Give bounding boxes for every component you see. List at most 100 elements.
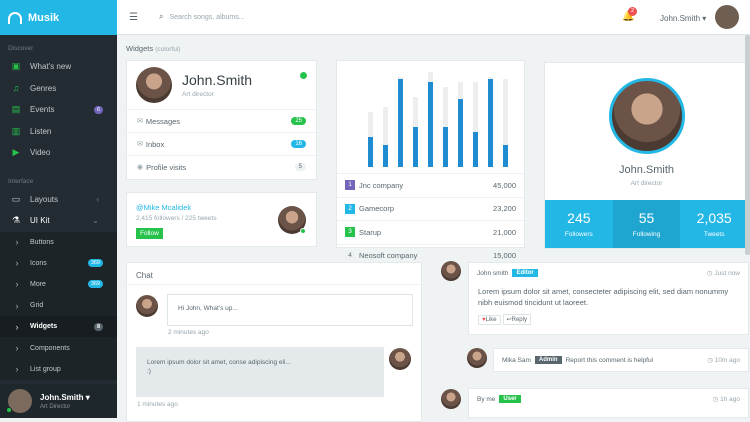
chat-time: 2 minutes ago [168, 329, 209, 336]
sidebar-item[interactable]: ▤ Events 6 [0, 99, 117, 121]
chat-title: Chat [127, 263, 421, 285]
sidebar-item[interactable]: ▣ What's new [0, 56, 117, 78]
sidebar-item[interactable]: ▶ Video [0, 142, 117, 164]
online-dot [6, 407, 12, 413]
count-badge: 6 [93, 105, 103, 114]
stat-label: Followers [564, 231, 593, 238]
profile-row[interactable]: ✉ Messages 25 [127, 109, 316, 132]
stat-2[interactable]: 2,035 Tweets [680, 200, 749, 248]
notification-count: 2 [628, 7, 637, 16]
comment-time: ◷ 10m ago [707, 357, 740, 364]
comment-card: Mika Sam Admin Report this comment is help… [493, 348, 749, 372]
company-row[interactable]: 2 Gamecorp 23,200 [337, 196, 524, 221]
bar-fill [458, 99, 463, 167]
sidebar-subitem[interactable]: › Widgets 8 [0, 316, 117, 338]
profile-role: Art director [630, 180, 663, 187]
company-row[interactable]: 1 Jnc company 45,000 [337, 173, 524, 197]
menu-icon[interactable]: ☰ [129, 12, 141, 23]
sidebar-item-label: Buttons [30, 238, 54, 246]
comment-time: ◷ 1h ago [712, 396, 740, 403]
sidebar-item-label: Widgets [30, 323, 58, 331]
big-profile-card: John.Smith Art director 245 Followers 55 Fo… [544, 62, 749, 249]
section-discover: Discover [8, 45, 34, 52]
avatar [6, 389, 32, 413]
bar [413, 97, 418, 167]
brand[interactable]: Musik [0, 0, 117, 35]
sidebar-subitem[interactable]: › More 369 [0, 274, 117, 295]
profile-card: John.Smith Art director ✉ Messages 25 ✉ Inbox… [126, 60, 317, 180]
role-badge: User [499, 395, 521, 403]
comment-user[interactable]: By me [477, 396, 495, 403]
sidebar-subitem[interactable]: › List group [0, 359, 117, 380]
nav-icon: ▣ [11, 61, 21, 72]
profile-row[interactable]: ✉ Inbox 16 [127, 132, 316, 155]
comment-card: By me User ◷ 1h ago [468, 388, 749, 418]
profile-row[interactable]: ◉ Profile visits 5 [127, 155, 316, 178]
bar [458, 82, 463, 167]
bar [503, 79, 508, 167]
comment-body: Lorem ipsum dolor sit amet, consecteter … [478, 287, 729, 307]
avatar [608, 78, 685, 154]
app-name: Musik [28, 11, 60, 24]
scrollbar[interactable] [745, 35, 750, 255]
chat-time: 1 minutes ago [137, 401, 178, 408]
bar-fill [413, 127, 418, 167]
sidebar-item-layouts[interactable]: ▭ Layouts ‹ [0, 189, 117, 211]
online-dot [300, 72, 307, 79]
sidebar-item-label: Events [30, 105, 55, 115]
user-name: John.Smith ▾ [40, 392, 90, 402]
stat-1[interactable]: 55 Following [612, 200, 681, 248]
nav-icon: ♫ [12, 83, 20, 94]
chevron-right-icon: › [15, 343, 19, 354]
bar-fill [368, 137, 373, 167]
company-name: Jnc company [359, 180, 404, 190]
follow-button[interactable]: Follow [136, 228, 163, 239]
online-dot [300, 228, 306, 234]
sidebar-item-uikit[interactable]: ⚗ UI Kit ⌄ [0, 210, 117, 232]
bell-icon[interactable]: 🔔 2 [622, 7, 637, 22]
count-badge: 8 [93, 322, 103, 331]
profile-role: Art director [182, 91, 214, 98]
company-name: Neosoft company [359, 251, 418, 261]
flask-icon: ⚗ [11, 215, 21, 226]
stat-value: 245 [567, 210, 591, 226]
company-row[interactable]: 3 Starup 21,000 [337, 220, 524, 244]
sidebar-item[interactable]: ♫ Genres [0, 78, 117, 100]
comment-time: ◷ Just now [706, 270, 740, 277]
sidebar-item-label: Components [30, 344, 70, 352]
sidebar-subitem[interactable]: › Icons 369 [0, 253, 117, 274]
sidebar-item[interactable]: ▥ Listen [0, 121, 117, 143]
sidebar-item-label: Icons [30, 259, 47, 267]
sidebar-subitem[interactable]: › Grid [0, 295, 117, 316]
rank-badge: 2 [345, 203, 355, 214]
chevron-down-icon: ⌄ [92, 216, 99, 226]
stat-label: Following [632, 231, 661, 238]
row-icon: ✉ [137, 118, 143, 125]
sidebar-subitem[interactable]: › Buttons [0, 232, 117, 253]
reply-button[interactable]: ↩Reply [502, 314, 531, 325]
search-input[interactable]: Search songs, albums... [169, 14, 244, 21]
comment-user[interactable]: Mika Sam [502, 357, 531, 364]
sidebar-subitem[interactable]: › Components [0, 337, 117, 358]
stat-0[interactable]: 245 Followers [545, 200, 613, 248]
profile-name: John.Smith [618, 164, 675, 176]
like-button[interactable]: ♥Like [478, 315, 501, 325]
sidebar-item-label: UI Kit [30, 216, 50, 226]
header-user-menu[interactable]: John.Smith ▾ [660, 14, 706, 23]
comment-user[interactable]: John smith [477, 270, 508, 277]
row-label: Profile visits [146, 162, 187, 172]
sidebar-item-label: Layouts [30, 194, 59, 204]
header-avatar[interactable] [715, 5, 739, 29]
sidebar-item-label: Genres [30, 83, 57, 93]
comment-text: Report this comment is helpful [565, 356, 654, 364]
bar-chart [337, 61, 524, 173]
page-title: Widgets (colorful) [126, 44, 181, 53]
search[interactable]: ⌕ Search songs, albums... [159, 12, 245, 22]
role-badge: Editor [512, 269, 538, 277]
bar-fill [473, 132, 478, 167]
bar [488, 77, 493, 167]
sidebar-user[interactable]: John.Smith ▾ Art Director [0, 384, 117, 418]
rank-badge: 4 [345, 250, 355, 261]
sidebar-item-label: Grid [30, 302, 44, 310]
chevron-right-icon: › [15, 237, 19, 248]
